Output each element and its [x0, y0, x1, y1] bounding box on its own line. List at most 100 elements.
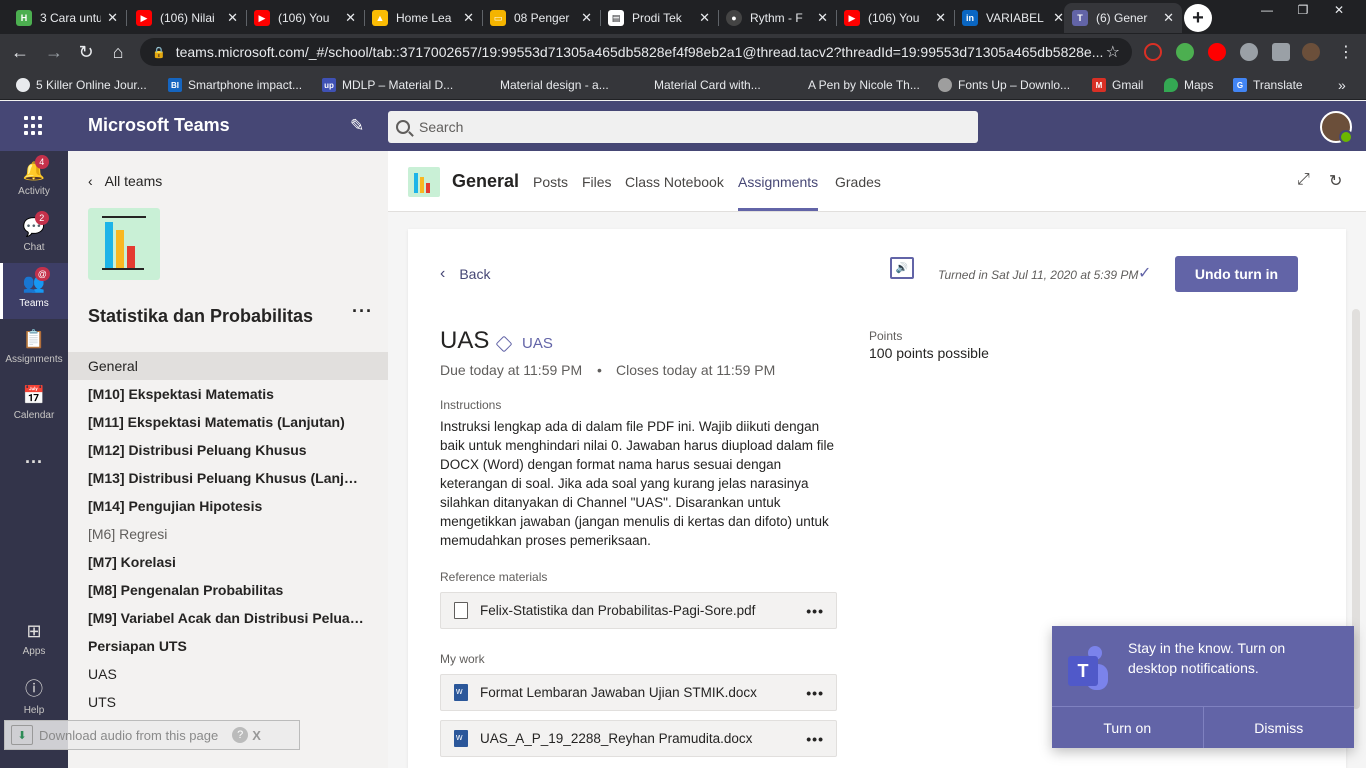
reference-file[interactable]: Felix-Statistika dan Probabilitas-Pagi-S…: [440, 592, 837, 629]
browser-tab[interactable]: ● Rythm - F ✕: [718, 3, 836, 33]
bookmark-item[interactable]: Material design - a...: [500, 76, 609, 94]
channel-item[interactable]: [M14] Pengujian Hipotesis: [68, 492, 388, 520]
bookmark-item[interactable]: Fonts Up – Downlo...: [938, 76, 1070, 94]
turn-on-button[interactable]: Turn on: [1052, 707, 1204, 748]
bookmark-item[interactable]: Maps: [1164, 76, 1213, 94]
appbar-apps[interactable]: ⊞ Apps: [0, 611, 68, 667]
bookmark-item[interactable]: A Pen by Nicole Th...: [808, 76, 920, 94]
my-work-file[interactable]: Format Lembaran Jawaban Ujian STMIK.docx…: [440, 674, 837, 711]
channel-item-uas[interactable]: UAS: [68, 660, 388, 688]
close-tab-icon[interactable]: ✕: [581, 10, 592, 26]
channel-item-general[interactable]: General: [68, 352, 388, 380]
browser-tab[interactable]: ▶ (106) You ✕: [836, 3, 954, 33]
tab-posts[interactable]: Posts: [533, 174, 568, 190]
channel-item[interactable]: [M12] Distribusi Peluang Khusus: [68, 436, 388, 464]
file-more-options-icon[interactable]: •••: [806, 685, 824, 701]
help-icon[interactable]: ?: [232, 727, 249, 743]
close-icon[interactable]: X: [252, 728, 261, 743]
my-work-file[interactable]: UAS_A_P_19_2288_Reyhan Pramudita.docx ••…: [440, 720, 837, 757]
appbar-assignments[interactable]: 📋 Assignments: [0, 319, 68, 375]
channel-item-uts[interactable]: UTS: [68, 688, 388, 716]
bookmark-item[interactable]: up MDLP – Material D...: [322, 76, 453, 94]
channel-item[interactable]: [M6] Regresi: [68, 520, 388, 548]
close-tab-icon[interactable]: ✕: [107, 10, 118, 26]
profile-avatar-icon[interactable]: [1302, 43, 1320, 61]
dismiss-button[interactable]: Dismiss: [1204, 707, 1355, 748]
channel-bar-chart-icon: [408, 167, 440, 197]
close-tab-icon[interactable]: ✕: [699, 10, 710, 26]
extension-icon[interactable]: [1176, 43, 1194, 61]
close-window-icon[interactable]: ✕: [1322, 0, 1356, 20]
tab-assignments[interactable]: Assignments: [738, 174, 819, 211]
close-tab-icon[interactable]: ✕: [345, 10, 356, 26]
download-audio-bar[interactable]: ⬇ Download audio from this page ? X: [4, 720, 300, 750]
browser-tab[interactable]: ▭ 08 Penger ✕: [482, 3, 600, 33]
home-icon[interactable]: ⌂: [106, 40, 130, 64]
channel-item[interactable]: [M10] Ekspektasi Matematis: [68, 380, 388, 408]
channel-item[interactable]: [M8] Pengenalan Probabilitas: [68, 576, 388, 604]
tab-grades[interactable]: Grades: [835, 174, 881, 190]
all-teams-link[interactable]: ‹ All teams: [88, 173, 162, 189]
browser-tab-active[interactable]: T (6) Gener ✕: [1064, 3, 1182, 33]
appbar-chat[interactable]: 💬 2 Chat: [0, 207, 68, 263]
extensions-puzzle-icon[interactable]: [1272, 43, 1290, 61]
close-tab-icon[interactable]: ✕: [1053, 10, 1064, 26]
address-bar[interactable]: 🔒 teams.microsoft.com/_#/school/tab::371…: [140, 38, 1132, 66]
appbar-help[interactable]: ⓘ Help: [0, 667, 68, 723]
teams-badge: @: [34, 267, 50, 281]
assignment-tag[interactable]: UAS: [495, 335, 553, 352]
extension-icon[interactable]: [1208, 43, 1226, 61]
tab-files[interactable]: Files: [582, 174, 612, 190]
appbar-activity[interactable]: 🔔 4 Activity: [0, 151, 68, 207]
bookmark-item[interactable]: G Translate: [1233, 76, 1303, 94]
undo-turn-in-button[interactable]: Undo turn in: [1175, 256, 1298, 292]
reload-icon[interactable]: ↻: [74, 40, 98, 64]
close-tab-icon[interactable]: ✕: [463, 10, 474, 26]
more-bookmarks-icon[interactable]: »: [1338, 76, 1346, 94]
appbar-teams[interactable]: 👥 @ Teams: [0, 263, 68, 319]
bookmark-item[interactable]: Material Card with...: [654, 76, 761, 94]
tab-class-notebook[interactable]: Class Notebook: [625, 174, 724, 190]
extension-icon[interactable]: [1240, 43, 1258, 61]
close-tab-icon[interactable]: ✕: [935, 10, 946, 26]
appbar-calendar[interactable]: 📅 Calendar: [0, 375, 68, 431]
app-launcher-icon[interactable]: [24, 116, 44, 136]
team-more-options-icon[interactable]: ···: [352, 301, 373, 322]
close-tab-icon[interactable]: ✕: [1163, 10, 1174, 26]
back-button[interactable]: ‹ Back: [440, 265, 490, 283]
bookmark-item[interactable]: BI Smartphone impact...: [168, 76, 302, 94]
channel-item[interactable]: [M11] Ekspektasi Matematis (Lanjutan): [68, 408, 388, 436]
channel-item[interactable]: [M7] Korelasi: [68, 548, 388, 576]
close-tab-icon[interactable]: ✕: [227, 10, 238, 26]
file-more-options-icon[interactable]: •••: [806, 603, 824, 619]
search-input[interactable]: Search: [388, 111, 978, 143]
channel-item[interactable]: Persiapan UTS: [68, 632, 388, 660]
compose-icon[interactable]: ✎: [350, 116, 364, 136]
bookmark-item[interactable]: 5 Killer Online Jour...: [16, 76, 147, 94]
back-arrow-icon[interactable]: ←: [8, 40, 32, 64]
browser-tab[interactable]: in VARIABEL ✕: [954, 3, 1072, 33]
refresh-icon[interactable]: ↻: [1329, 171, 1342, 191]
close-tab-icon[interactable]: ✕: [817, 10, 828, 26]
appbar-more[interactable]: ...: [0, 431, 68, 487]
bookmarks-bar: 5 Killer Online Jour... BI Smartphone imp…: [0, 70, 1366, 100]
browser-tab[interactable]: H3 Cara untuk✕: [8, 3, 126, 33]
file-more-options-icon[interactable]: •••: [806, 731, 824, 747]
restore-icon[interactable]: ❐: [1286, 0, 1320, 20]
browser-tab[interactable]: ▶ (106) You ✕: [246, 3, 364, 33]
browser-tab[interactable]: ▲ Home Lea ✕: [364, 3, 482, 33]
bookmark-star-icon[interactable]: ☆: [1106, 42, 1120, 62]
minimize-icon[interactable]: —: [1250, 0, 1284, 20]
browser-tab[interactable]: ▤ Prodi Tek ✕: [600, 3, 718, 33]
immersive-reader-icon[interactable]: 🔊: [890, 257, 914, 279]
browser-menu-icon[interactable]: ⋮: [1334, 40, 1358, 64]
channel-item[interactable]: [M9] Variabel Acak dan Distribusi Peluan…: [68, 604, 388, 632]
bookmark-item[interactable]: M Gmail: [1092, 76, 1143, 94]
new-tab-button[interactable]: +: [1184, 4, 1212, 32]
forward-arrow-icon[interactable]: →: [42, 40, 66, 64]
extension-icon[interactable]: [1144, 43, 1162, 61]
browser-tab[interactable]: ▶ (106) Nilai ✕: [128, 3, 246, 33]
channel-item[interactable]: [M13] Distribusi Peluang Khusus (Lanjut.…: [68, 464, 388, 492]
expand-icon[interactable]: ⤢: [1297, 171, 1310, 189]
user-avatar[interactable]: [1320, 111, 1353, 144]
